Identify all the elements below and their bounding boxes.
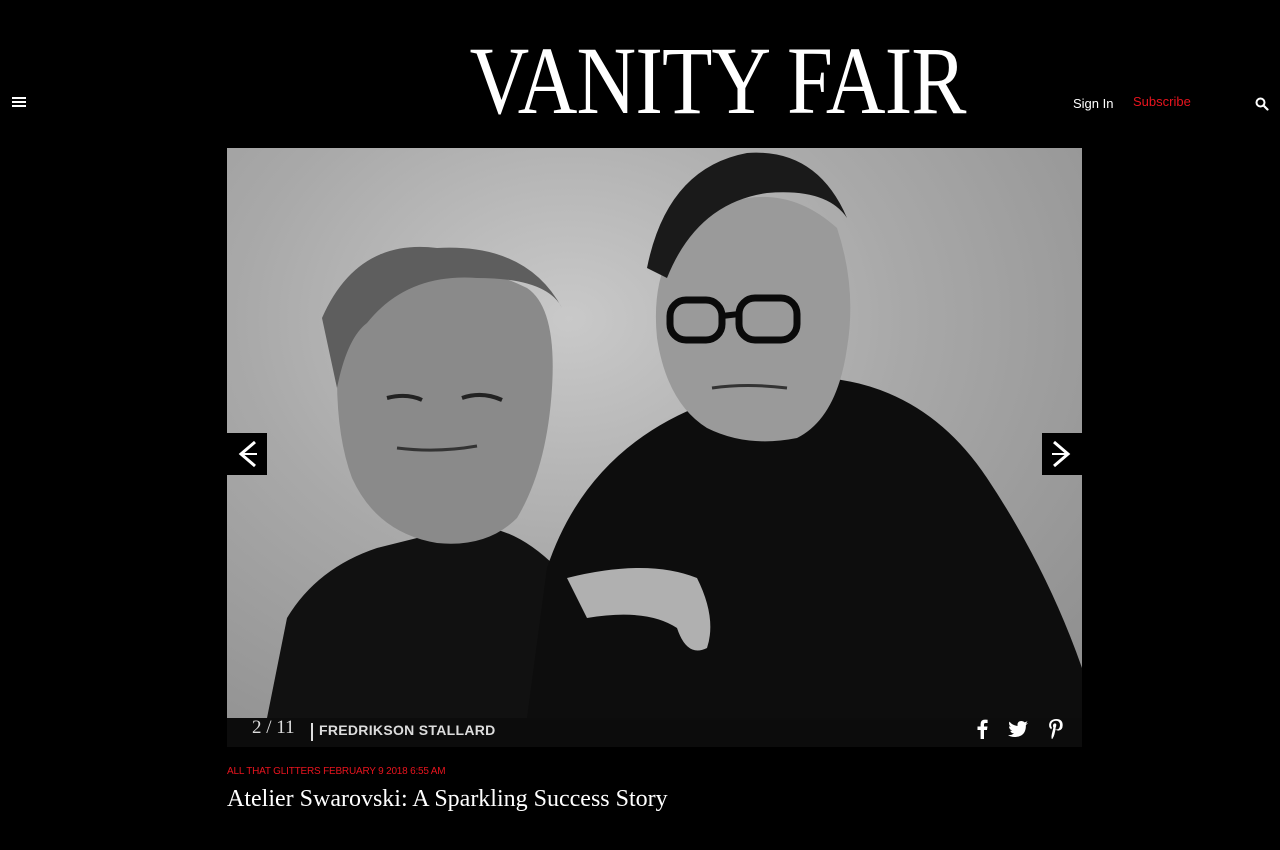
photo-gallery: 2 / 11 FREDRIKSON STALLARD xyxy=(227,148,1082,747)
article-meta: ALL THAT GLITTERS FEBRUARY 9 2018 6:55 A… xyxy=(227,766,446,777)
caption-divider xyxy=(311,723,313,741)
article-headline[interactable]: Atelier Swarovski: A Sparkling Success S… xyxy=(227,786,668,813)
search-icon[interactable] xyxy=(1255,97,1269,111)
gallery-photo xyxy=(227,148,1082,718)
next-photo-button[interactable] xyxy=(1042,433,1082,475)
previous-photo-button[interactable] xyxy=(227,433,267,475)
section-link[interactable]: ALL THAT GLITTERS xyxy=(227,766,321,777)
photo-counter: 2 / 11 xyxy=(252,717,295,738)
twitter-icon xyxy=(1008,721,1028,737)
menu-icon[interactable] xyxy=(12,97,26,109)
caption-bar: 2 / 11 FREDRIKSON STALLARD xyxy=(227,718,1082,747)
site-header: VANITY FAIR Sign In Subscribe xyxy=(0,0,1280,148)
photo-credit: FREDRIKSON STALLARD xyxy=(319,722,496,738)
chevron-left-icon xyxy=(238,440,257,468)
pinterest-share-button[interactable] xyxy=(1045,718,1067,740)
article-date: FEBRUARY 9 2018 6:55 AM xyxy=(323,766,446,777)
twitter-share-button[interactable] xyxy=(1007,718,1029,740)
page: VANITY FAIR Sign In Subscribe 2 / 11 FRE… xyxy=(0,0,1280,850)
portrait-right-figure xyxy=(527,152,1082,718)
chevron-right-icon xyxy=(1052,440,1071,468)
logo[interactable]: VANITY FAIR xyxy=(470,33,967,129)
subscribe-link[interactable]: Subscribe xyxy=(1133,94,1191,109)
facebook-share-button[interactable] xyxy=(971,718,993,740)
facebook-icon xyxy=(977,719,988,739)
sign-in-link[interactable]: Sign In xyxy=(1073,96,1113,111)
pinterest-icon xyxy=(1049,719,1063,739)
